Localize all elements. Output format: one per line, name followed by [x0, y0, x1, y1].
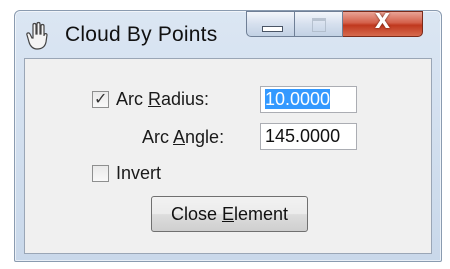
close-element-label-mnemonic: E — [221, 203, 234, 224]
dialog-window: Cloud By Points X ✓ Arc Radius: 10.0000 — [14, 9, 442, 262]
close-element-button[interactable]: Close Element — [151, 196, 308, 232]
dialog-body: ✓ Arc Radius: 10.0000 Arc Angle: 145.000… — [24, 58, 432, 254]
title-bar[interactable]: Cloud By Points X — [15, 9, 441, 57]
close-button[interactable]: X — [343, 9, 423, 37]
invert-row: Invert — [92, 163, 161, 184]
arc-radius-label-pre: Arc — [116, 89, 149, 109]
invert-checkbox[interactable] — [92, 165, 109, 182]
arc-radius-label-post: adius: — [161, 89, 210, 109]
maximize-button — [295, 11, 343, 37]
invert-label: Invert — [116, 163, 162, 183]
checkmark-icon: ✓ — [94, 89, 108, 108]
arc-radius-row: ✓ Arc Radius: — [92, 89, 209, 110]
close-element-label-post: lement — [234, 203, 289, 224]
arc-radius-checkbox[interactable]: ✓ — [92, 89, 109, 108]
arc-angle-value: 145.0000 — [265, 126, 341, 146]
arc-angle-row: Arc Angle: — [142, 127, 224, 148]
window-title: Cloud By Points — [65, 23, 218, 46]
arc-radius-label-mnemonic: R — [148, 89, 162, 109]
maximize-icon — [312, 18, 326, 32]
arc-angle-label: Arc Angle: — [142, 127, 224, 148]
arc-angle-label-pre: Arc — [142, 127, 174, 147]
close-icon: X — [374, 9, 391, 33]
minimize-icon — [262, 26, 283, 32]
minimize-button[interactable] — [246, 11, 295, 37]
hand-cursor-icon[interactable] — [25, 21, 51, 51]
arc-angle-label-mnemonic: A — [173, 127, 186, 147]
arc-angle-label-post: ngle: — [185, 127, 225, 147]
arc-radius-input[interactable]: 10.0000 — [260, 86, 357, 113]
arc-radius-label: Arc Radius: — [116, 89, 209, 110]
close-element-label-pre: Close — [170, 203, 222, 224]
arc-radius-value: 10.0000 — [265, 89, 331, 109]
caption-buttons: X — [246, 9, 423, 39]
arc-angle-input[interactable]: 145.0000 — [260, 123, 357, 150]
